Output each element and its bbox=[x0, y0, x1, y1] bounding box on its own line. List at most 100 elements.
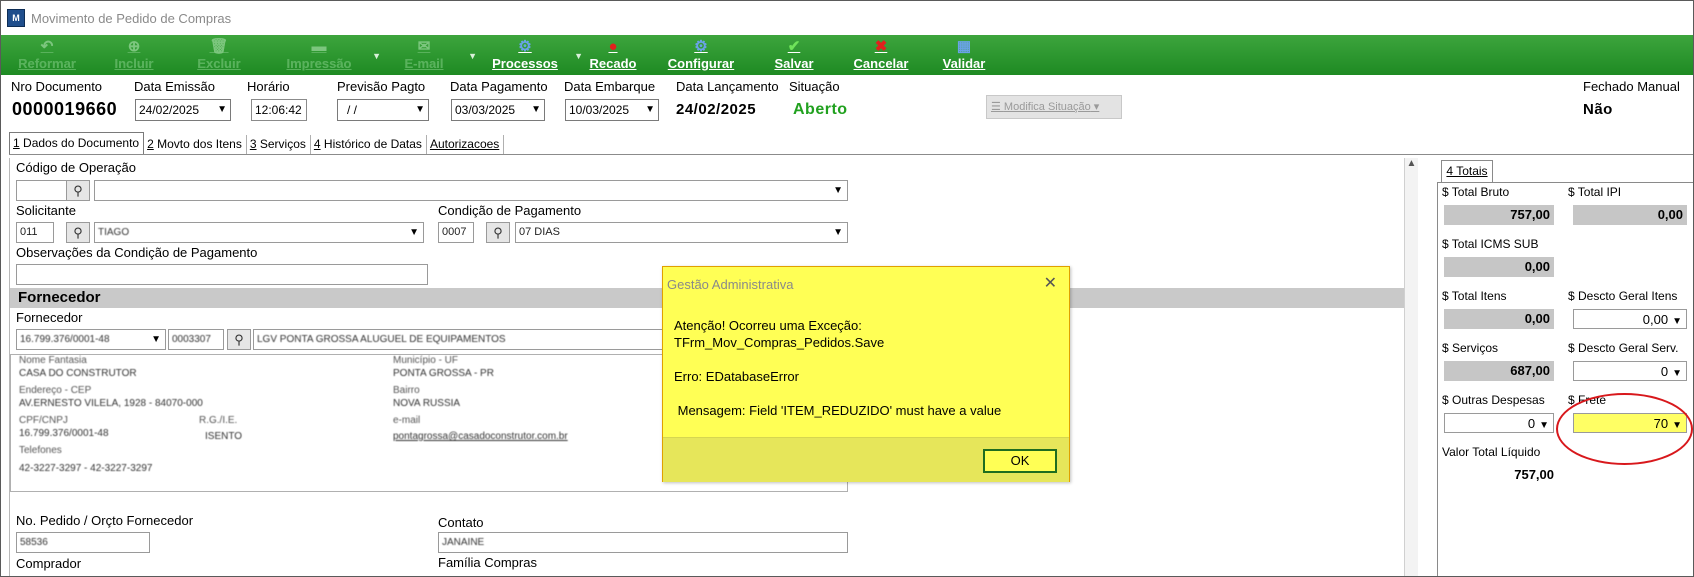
solicitante-code-input[interactable]: 011 bbox=[16, 222, 54, 243]
chevron-up-icon[interactable]: ▲ bbox=[1407, 158, 1417, 169]
toolbar-button-impressa-o[interactable]: ▬ Impressão ▼ bbox=[269, 35, 381, 75]
toolbar-button-label: Reformar bbox=[18, 56, 76, 71]
tab-totais[interactable]: 4 Totais bbox=[1441, 160, 1493, 182]
fornecedor-code-input[interactable]: 0003307 bbox=[168, 329, 224, 350]
descto-geral-itens-value: 0,00 bbox=[1642, 312, 1669, 327]
codigo-operacao-select[interactable]: ▼ bbox=[94, 180, 848, 201]
close-icon[interactable]: ✕ bbox=[1044, 273, 1057, 293]
tab-label: Movto dos Itens bbox=[153, 137, 242, 151]
horario-value: 12:06:42 bbox=[255, 103, 302, 117]
descto-geral-itens-input[interactable]: 0,00 ▼ bbox=[1573, 309, 1687, 329]
search-icon[interactable]: ⚲ bbox=[66, 180, 90, 201]
toolbar-button-label: Salvar bbox=[774, 56, 814, 71]
contato-input[interactable]: JANAINE bbox=[438, 532, 848, 553]
fornecedor-cnpj-select[interactable]: 16.799.376/0001-48 ▼ bbox=[16, 329, 166, 350]
condicao-pagamento-select[interactable]: 07 DIAS ▼ bbox=[515, 222, 848, 243]
condicao-pagamento-code-input[interactable]: 0007 bbox=[438, 222, 474, 243]
rgie-value: ISENTO bbox=[205, 431, 243, 442]
condicao-pagamento-label: Condição de Pagamento bbox=[438, 203, 582, 218]
data-emissao-label: Data Emissão bbox=[134, 79, 215, 94]
email-link[interactable]: pontagrossa@casadoconstrutor.com.br bbox=[393, 431, 568, 442]
servicos-value: 687,00 bbox=[1444, 361, 1554, 381]
toolbar-button-excluir[interactable]: 🗑 Excluir bbox=[183, 35, 255, 75]
endereco-value: AV.ERNESTO VILELA, 1928 - 84070-000 bbox=[19, 398, 203, 409]
add-icon: ⊕ bbox=[127, 38, 141, 55]
situacao-value: Aberto bbox=[793, 101, 848, 118]
chevron-down-icon[interactable]: ▼ bbox=[574, 51, 583, 61]
chevron-down-icon[interactable]: ▼ bbox=[372, 51, 381, 61]
tab-dados-do-documento[interactable]: 1 Dados do Documento bbox=[9, 132, 145, 154]
chevron-down-icon[interactable]: ▼ bbox=[1539, 420, 1549, 431]
data-emissao-value: 24/02/2025 bbox=[139, 103, 200, 117]
app-icon: M bbox=[7, 9, 25, 27]
process-icon: ⚙ bbox=[518, 38, 532, 55]
chevron-down-icon: ▾ bbox=[1090, 101, 1100, 113]
total-ipi-label: $ Total IPI bbox=[1568, 185, 1622, 199]
data-pagamento-picker[interactable]: 03/03/2025 ▼ bbox=[451, 99, 545, 121]
toolbar-button-cancelar[interactable]: ✖ Cancelar bbox=[841, 35, 921, 75]
nome-fantasia-label: Nome Fantasia bbox=[19, 355, 87, 366]
tab-histo-rico-de-datas[interactable]: 4 Histórico de Datas bbox=[311, 135, 427, 154]
window-title: Movimento de Pedido de Compras bbox=[31, 10, 232, 26]
tab-strip: 1 Dados do Documento 2 Movto dos Itens 3 S… bbox=[9, 132, 505, 154]
tab-movto-dos-itens[interactable]: 2 Movto dos Itens bbox=[144, 135, 247, 154]
toolbar-button-processos[interactable]: ⚙ Processos ▼ bbox=[479, 35, 583, 75]
ok-button[interactable]: OK bbox=[983, 449, 1057, 473]
outras-despesas-label: $ Outras Despesas bbox=[1442, 393, 1545, 407]
config-icon: ⚙ bbox=[694, 38, 708, 55]
toolbar-button-recado[interactable]: ● Recado bbox=[585, 35, 641, 75]
toolbar-button-label: Impressão bbox=[286, 56, 352, 71]
chevron-down-icon: ▼ bbox=[409, 227, 419, 238]
chevron-down-icon[interactable]: ▼ bbox=[468, 51, 477, 61]
data-pagamento-label: Data Pagamento bbox=[450, 79, 548, 94]
condicao-pagamento-code: 0007 bbox=[442, 226, 467, 238]
data-emissao-picker[interactable]: 24/02/2025 ▼ bbox=[135, 99, 231, 121]
data-embarque-label: Data Embarque bbox=[564, 79, 656, 94]
trash-icon: 🗑 bbox=[209, 38, 229, 55]
tab-key: 3 bbox=[249, 137, 257, 151]
total-ipi-value: 0,00 bbox=[1573, 205, 1687, 225]
bairro-label: Bairro bbox=[393, 385, 420, 396]
email-icon: ✉ bbox=[417, 38, 431, 55]
horario-label: Horário bbox=[247, 79, 290, 94]
tab-servic-os[interactable]: 3 Serviços bbox=[247, 135, 311, 154]
chevron-down-icon: ▼ bbox=[151, 334, 161, 345]
toolbar-button-validar[interactable]: ▦ Validar bbox=[935, 35, 993, 75]
pedido-fornecedor-input[interactable]: 58536 bbox=[16, 532, 150, 553]
total-itens-label: $ Total Itens bbox=[1442, 289, 1507, 303]
toolbar-button-reformar[interactable]: ↶ Reformar bbox=[9, 35, 85, 75]
check-icon: ✔ bbox=[787, 38, 801, 55]
data-embarque-value: 10/03/2025 bbox=[569, 103, 630, 117]
data-lancamento-value: 24/02/2025 bbox=[676, 101, 757, 118]
search-icon[interactable]: ⚲ bbox=[486, 222, 510, 243]
chevron-down-icon[interactable]: ▼ bbox=[1672, 316, 1682, 327]
descto-geral-serv-input[interactable]: 0 ▼ bbox=[1573, 361, 1687, 381]
previsao-pagto-picker[interactable]: / / ▼ bbox=[337, 99, 429, 121]
modifica-situacao-button[interactable]: ☰ Modifica Situação ▾ bbox=[986, 95, 1122, 119]
tab-autorizacoes[interactable]: Autorizacoes bbox=[427, 135, 505, 154]
servicos-label: $ Serviços bbox=[1442, 341, 1499, 355]
toolbar-button-salvar[interactable]: ✔ Salvar bbox=[761, 35, 827, 75]
total-bruto-value: 757,00 bbox=[1444, 205, 1554, 225]
chevron-down-icon[interactable]: ▼ bbox=[1672, 368, 1682, 379]
tab-label: Dados do Documento bbox=[19, 136, 140, 150]
data-embarque-picker[interactable]: 10/03/2025 ▼ bbox=[565, 99, 659, 121]
rgie-label: R.G./I.E. bbox=[199, 415, 238, 426]
search-icon[interactable]: ⚲ bbox=[227, 329, 251, 350]
municipio-label: Município - UF bbox=[393, 355, 459, 366]
fechado-manual-value: Não bbox=[1583, 101, 1613, 118]
horario-input[interactable]: 12:06:42 bbox=[251, 99, 307, 121]
search-icon[interactable]: ⚲ bbox=[66, 222, 90, 243]
fornecedor-cnpj: 16.799.376/0001-48 bbox=[20, 334, 110, 345]
valor-total-liquido-label: Valor Total Líquido bbox=[1442, 445, 1541, 459]
toolbar-button-configurar[interactable]: ⚙ Configurar bbox=[655, 35, 747, 75]
toolbar-button-incluir[interactable]: ⊕ Incluir bbox=[99, 35, 169, 75]
toolbar-button-e-mail[interactable]: ✉ E-mail ▼ bbox=[383, 35, 477, 75]
outras-despesas-input[interactable]: 0 ▼ bbox=[1444, 413, 1554, 433]
fornecedor-name-input[interactable]: LGV PONTA GROSSA ALUGUEL DE EQUIPAMENTOS bbox=[253, 329, 673, 350]
vertical-scrollbar[interactable]: ▲ bbox=[1404, 158, 1418, 576]
solicitante-value: TIAGO bbox=[98, 227, 130, 238]
observacoes-input[interactable] bbox=[16, 264, 428, 285]
printer-icon: ▬ bbox=[311, 38, 327, 55]
solicitante-select[interactable]: TIAGO ▼ bbox=[94, 222, 424, 243]
